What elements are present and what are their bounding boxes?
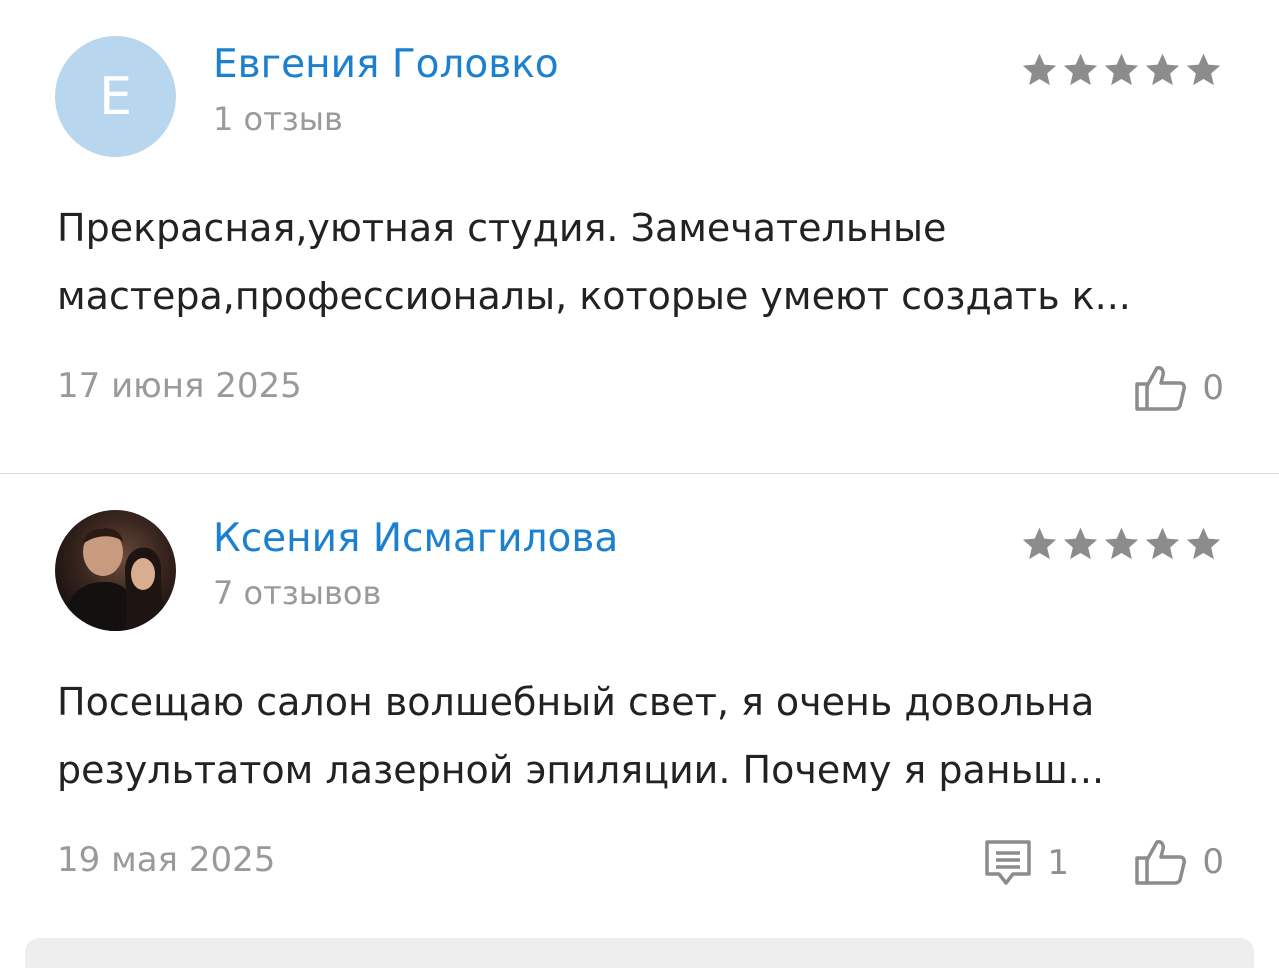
author-review-count: 7 отзывов <box>213 574 382 612</box>
star-icon <box>1022 53 1057 86</box>
rating-stars <box>1019 524 1224 564</box>
like-button[interactable]: 0 <box>1134 838 1224 886</box>
like-button[interactable]: 0 <box>1134 364 1224 412</box>
author-name[interactable]: Ксения Исмагилова <box>213 516 618 561</box>
comments-button[interactable]: 1 <box>983 838 1069 888</box>
star-icon <box>1104 527 1139 560</box>
review-text-line: Прекрасная,уютная студия. Замечательные <box>57 206 947 250</box>
review-text[interactable]: Посещаю салон волшебный свет, я очень до… <box>57 668 1227 804</box>
author-name[interactable]: Евгения Головко <box>213 42 559 87</box>
star-icon <box>1186 527 1221 560</box>
review-text[interactable]: Прекрасная,уютная студия. Замечательные … <box>57 194 1227 330</box>
review-card: Е Евгения Головко 1 отзыв Прекрасная,уют… <box>0 0 1279 473</box>
author-review-count: 1 отзыв <box>213 100 343 138</box>
rating-stars <box>1019 50 1224 90</box>
like-count: 0 <box>1202 842 1224 882</box>
star-icon <box>1022 527 1057 560</box>
review-date: 19 мая 2025 <box>57 840 276 880</box>
star-icon <box>1145 53 1180 86</box>
star-icon <box>1104 53 1139 86</box>
review-text-line: мастера,профессионалы, которые умеют соз… <box>57 274 1131 318</box>
thumbs-up-icon <box>1135 366 1187 411</box>
review-text-line: Посещаю салон волшебный свет, я очень до… <box>57 680 1095 724</box>
avatar[interactable]: Е <box>55 36 176 157</box>
avatar[interactable] <box>55 510 176 631</box>
comment-icon <box>985 840 1032 885</box>
review-date: 17 июня 2025 <box>57 366 302 406</box>
thumbs-up-icon <box>1135 840 1187 885</box>
user-photo-icon <box>63 527 173 631</box>
star-icon <box>1186 53 1221 86</box>
next-card-edge <box>25 938 1254 968</box>
star-icon <box>1063 527 1098 560</box>
review-card: Ксения Исмагилова 7 отзывов Посещаю сало… <box>0 474 1279 934</box>
star-icon <box>1145 527 1180 560</box>
comment-count: 1 <box>1047 843 1069 883</box>
avatar-letter: Е <box>99 66 132 127</box>
star-icon <box>1063 53 1098 86</box>
like-count: 0 <box>1202 368 1224 408</box>
review-text-line: результатом лазерной эпиляции. Почему я … <box>57 748 1105 792</box>
